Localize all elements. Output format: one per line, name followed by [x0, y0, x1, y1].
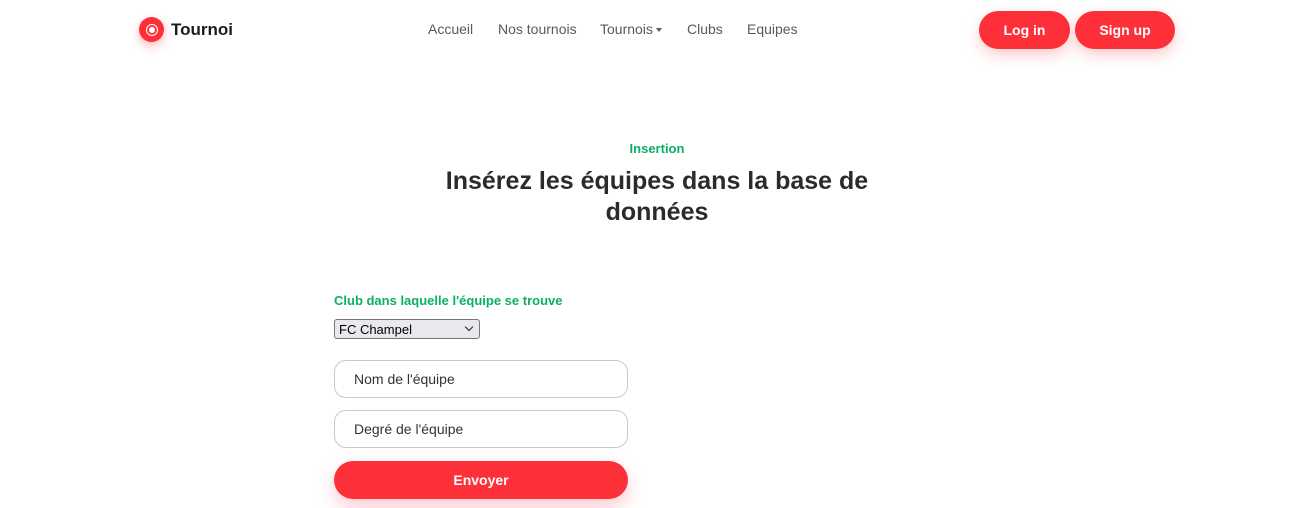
nav-item-tournois-label: Tournois — [600, 21, 653, 37]
signup-button[interactable]: Sign up — [1075, 11, 1175, 49]
club-select-label: Club dans laquelle l'équipe se trouve — [334, 293, 563, 308]
submit-button[interactable]: Envoyer — [334, 461, 628, 499]
nav-item-accueil[interactable]: Accueil — [428, 21, 473, 37]
club-select[interactable]: FC Champel — [334, 319, 480, 339]
team-degree-input[interactable]: Degré de l'équipe — [334, 410, 628, 448]
nav-item-equipes[interactable]: Equipes — [747, 21, 798, 37]
club-select-value: FC Champel — [339, 321, 412, 337]
navbar: Tournoi Accueil Nos tournois Tournois Cl… — [0, 0, 1295, 60]
page-title: Insérez les équipes dans la base de donn… — [445, 167, 869, 226]
nav-item-clubs[interactable]: Clubs — [687, 21, 723, 37]
section-kicker: Insertion — [629, 141, 685, 156]
login-button[interactable]: Log in — [979, 11, 1070, 49]
nav-item-nos-tournois[interactable]: Nos tournois — [498, 21, 577, 37]
caret-down-icon — [655, 28, 662, 33]
nav-item-tournois-dropdown[interactable]: Tournois — [600, 21, 662, 37]
team-name-input[interactable]: Nom de l'équipe — [334, 360, 628, 398]
chevron-down-icon — [464, 322, 474, 332]
